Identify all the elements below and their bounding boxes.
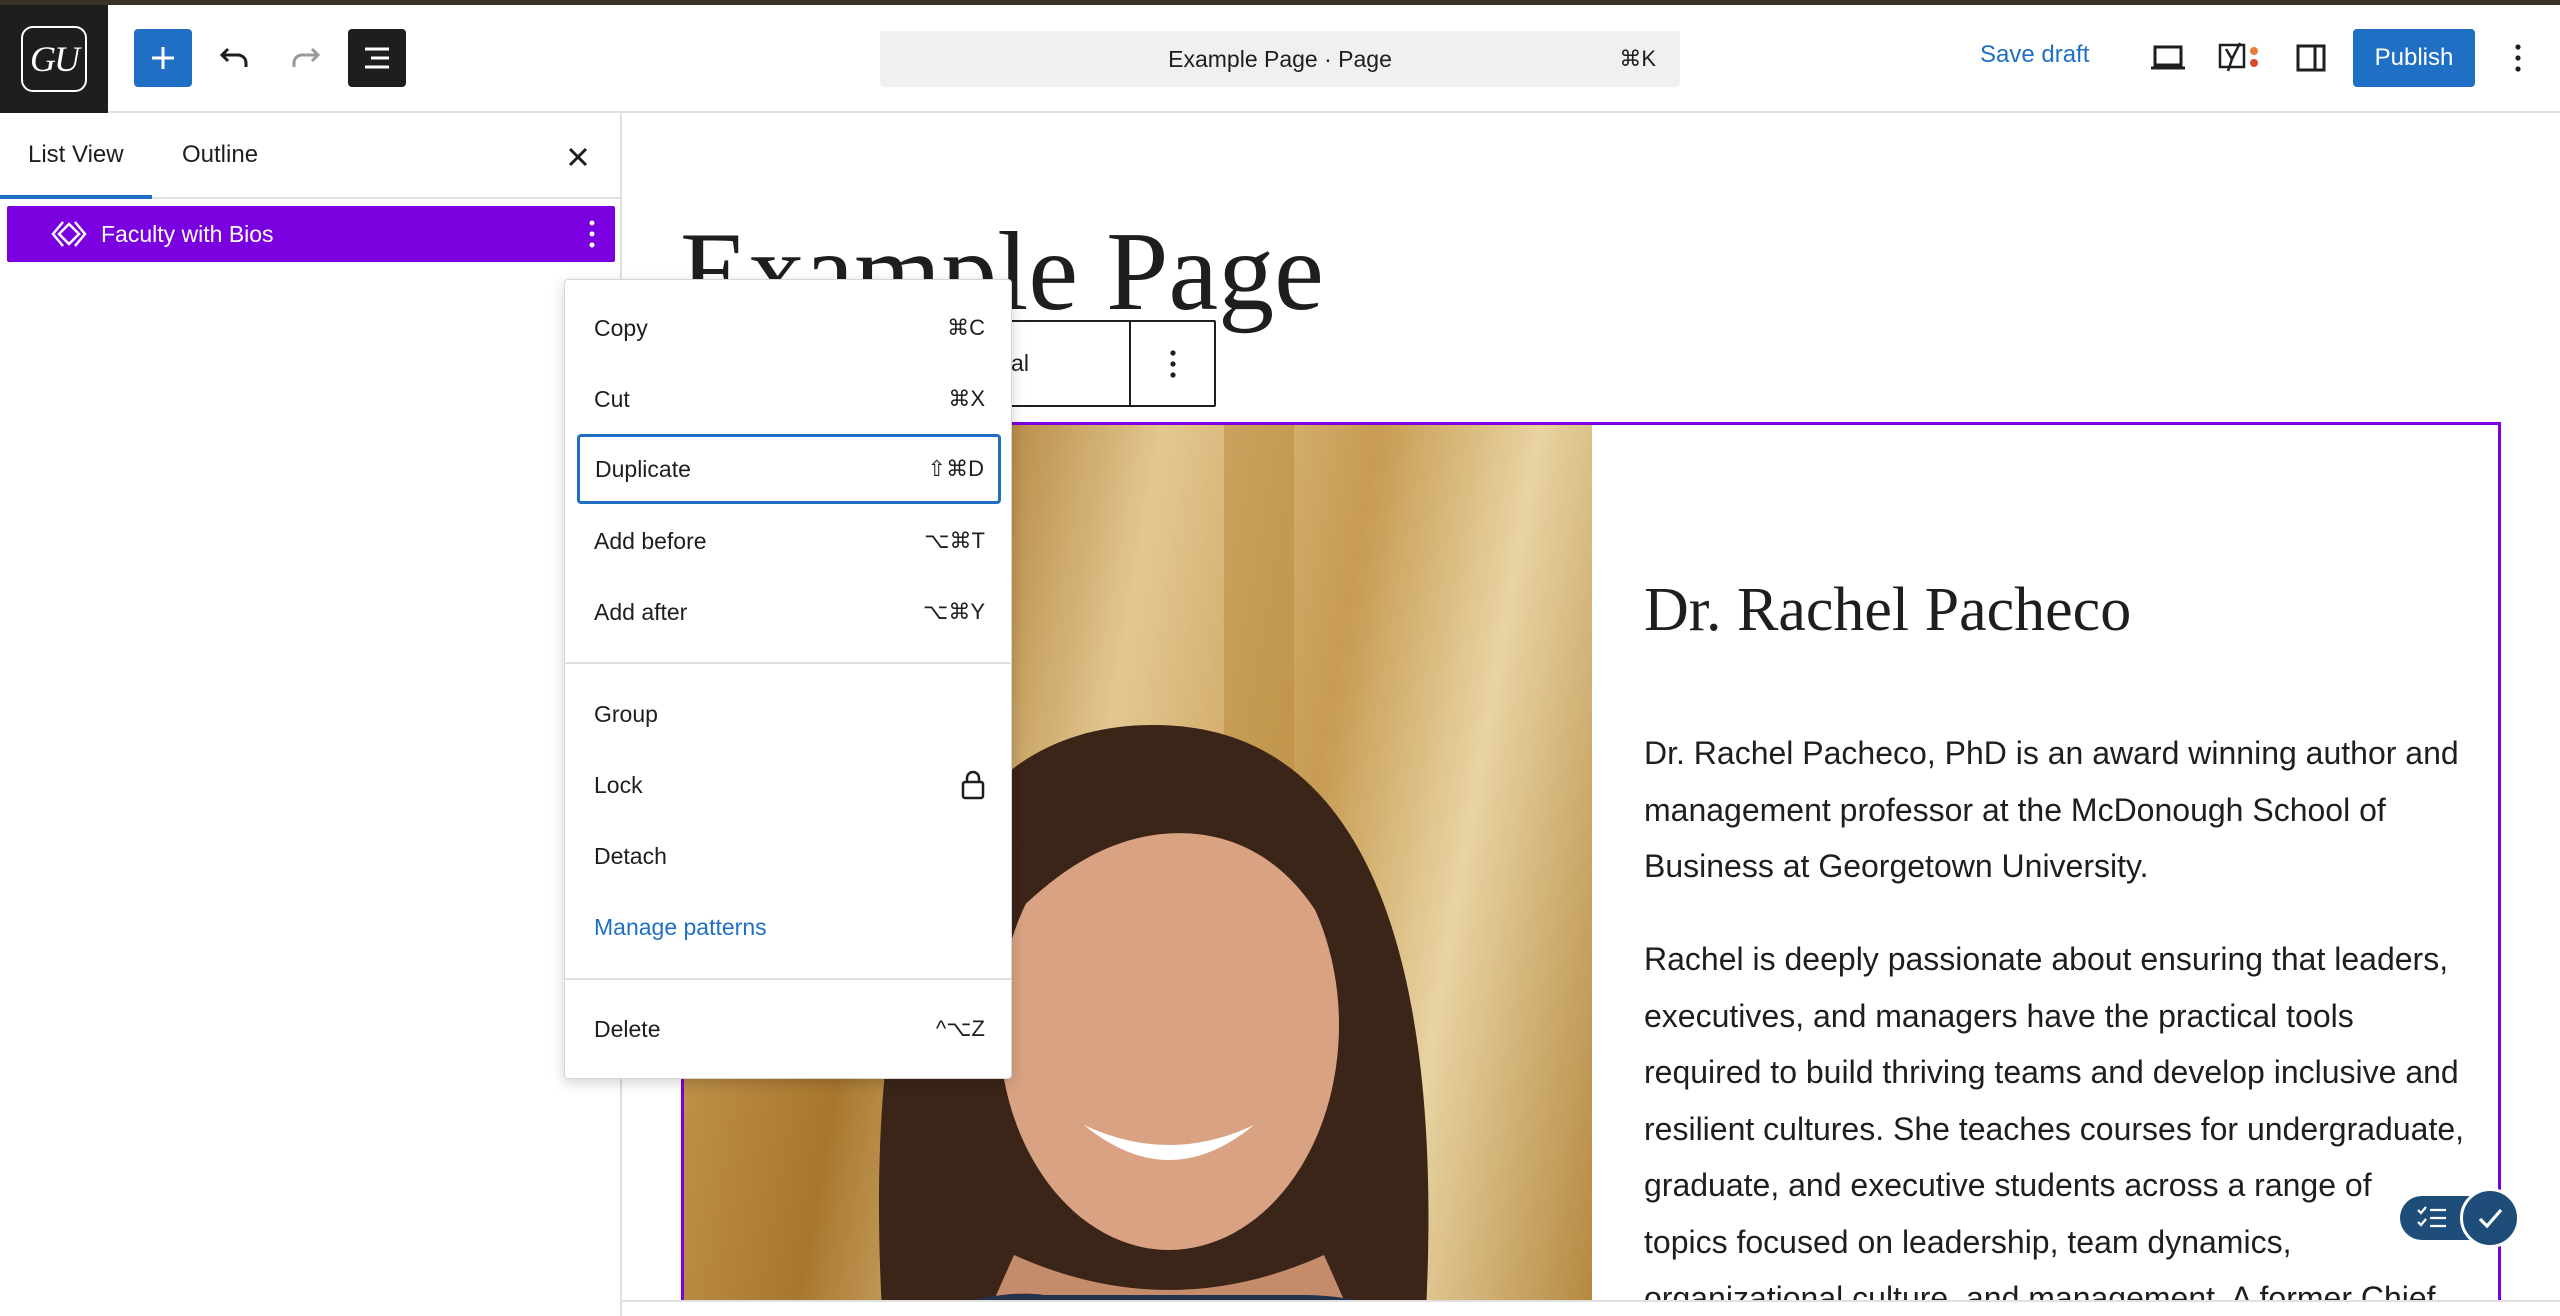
- faculty-name-heading[interactable]: Dr. Rachel Pacheco: [1644, 575, 2131, 646]
- bio-paragraph[interactable]: Dr. Rachel Pacheco, PhD is an award winn…: [1644, 725, 2464, 895]
- list-view-icon: [365, 47, 389, 69]
- menu-divider: [565, 662, 1011, 664]
- command-palette-button[interactable]: Example Page · Page ⌘K: [880, 31, 1680, 87]
- tab-outline[interactable]: Outline: [182, 141, 258, 169]
- undo-button[interactable]: [206, 29, 264, 87]
- canvas-bottom-bar: [622, 1300, 2560, 1316]
- menu-item-manage-patterns[interactable]: Manage patterns: [577, 892, 1001, 962]
- sidebar-toggle-icon: [2296, 44, 2326, 72]
- tab-list-view[interactable]: List View: [28, 141, 124, 169]
- menu-divider: [565, 978, 1011, 980]
- menu-item-label: Duplicate: [595, 455, 691, 482]
- undo-icon: [219, 47, 248, 67]
- list-view-item-faculty-with-bios[interactable]: Faculty with Bios: [7, 206, 615, 262]
- menu-item-add-after[interactable]: Add after ⌥⌘Y: [577, 577, 1001, 647]
- checkmark-circle: [2460, 1188, 2520, 1248]
- menu-item-delete[interactable]: Delete ^⌥Z: [577, 994, 1001, 1064]
- close-sidebar-button[interactable]: [560, 139, 596, 175]
- document-title: Example Page · Page: [1168, 45, 1392, 72]
- checklist-icon: [2417, 1206, 2446, 1228]
- command-shortcut: ⌘K: [1619, 46, 1656, 71]
- vertical-ellipsis-icon: [1170, 349, 1176, 378]
- checkmark-icon: [2478, 1208, 2503, 1229]
- menu-item-duplicate[interactable]: Duplicate ⇧⌘D: [577, 434, 1001, 504]
- options-menu-button[interactable]: [2493, 33, 2543, 83]
- bio-paragraph[interactable]: Rachel is deeply passionate about ensuri…: [1644, 931, 2464, 1316]
- menu-item-copy[interactable]: Copy ⌘C: [577, 293, 1001, 363]
- site-logo-mark: GU: [21, 26, 87, 92]
- editor-header: GU Example Page · Page ⌘K Save draft Pub…: [0, 5, 2560, 113]
- menu-item-add-before[interactable]: Add before ⌥⌘T: [577, 506, 1001, 576]
- synced-pattern-icon: [51, 221, 87, 247]
- block-options-menu: Copy ⌘C Cut ⌘X Duplicate ⇧⌘D Add before …: [564, 279, 1012, 1079]
- menu-item-shortcut: ⌥⌘T: [924, 528, 985, 553]
- site-logo-button[interactable]: GU: [0, 5, 108, 113]
- menu-item-cut[interactable]: Cut ⌘X: [577, 364, 1001, 434]
- settings-sidebar-button[interactable]: [2286, 33, 2336, 83]
- menu-item-lock[interactable]: Lock: [577, 750, 1001, 820]
- menu-item-label: Detach: [594, 842, 667, 869]
- publish-button[interactable]: Publish: [2353, 29, 2475, 87]
- menu-item-group[interactable]: Group: [577, 679, 1001, 749]
- document-overview-sidebar: List View Outline Faculty with Bios: [0, 113, 622, 1316]
- laptop-icon: [2151, 45, 2185, 70]
- menu-item-label: Lock: [594, 771, 643, 798]
- redo-icon: [292, 47, 321, 67]
- save-draft-button[interactable]: Save draft: [1980, 41, 2089, 69]
- menu-item-shortcut: ^⌥Z: [935, 1016, 985, 1041]
- add-block-button[interactable]: [134, 29, 192, 87]
- yoast-seo-button[interactable]: [2214, 33, 2264, 83]
- menu-item-label: Group: [594, 700, 658, 727]
- menu-item-label: Copy: [594, 314, 648, 341]
- menu-item-label: Add before: [594, 527, 707, 554]
- menu-item-detach[interactable]: Detach: [577, 821, 1001, 891]
- editorial-checklist-badge[interactable]: [2400, 1186, 2520, 1250]
- yoast-icon: [2218, 42, 2258, 72]
- sidebar-tabs: List View Outline: [0, 113, 620, 199]
- preview-button[interactable]: [2143, 33, 2193, 83]
- active-tab-indicator: [0, 195, 152, 199]
- lock-icon: [961, 770, 985, 800]
- block-more-options-button[interactable]: [1131, 322, 1214, 405]
- document-overview-button[interactable]: [348, 29, 406, 87]
- menu-item-label: Delete: [594, 1015, 661, 1042]
- menu-item-label: Add after: [594, 598, 688, 625]
- list-view-item-label: Faculty with Bios: [101, 220, 274, 247]
- close-icon: [568, 147, 588, 167]
- menu-item-label: Manage patterns: [594, 913, 767, 940]
- menu-item-shortcut: ⌘C: [947, 315, 985, 340]
- menu-item-shortcut: ⌘X: [948, 386, 985, 411]
- menu-item-label: Cut: [594, 385, 630, 412]
- menu-item-shortcut: ⇧⌘D: [927, 456, 984, 481]
- menu-item-shortcut: ⌥⌘Y: [922, 599, 985, 624]
- redo-button[interactable]: [276, 29, 334, 87]
- plus-icon: [152, 47, 174, 69]
- vertical-ellipsis-icon: [2515, 44, 2521, 72]
- block-options-icon[interactable]: [587, 218, 597, 250]
